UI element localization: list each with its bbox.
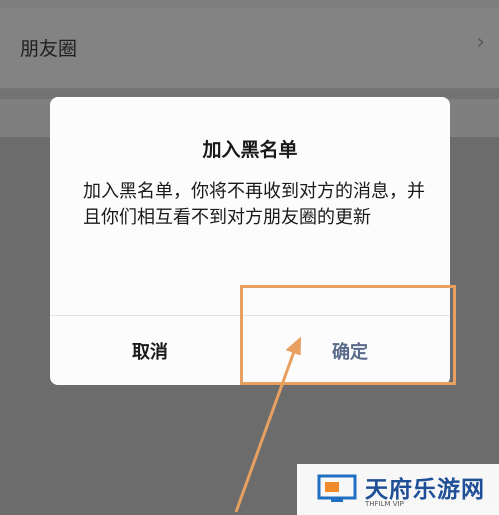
chevron-right-icon: › xyxy=(476,30,485,55)
top-strip xyxy=(0,0,499,8)
cancel-button[interactable]: 取消 xyxy=(50,316,250,385)
monitor-logo-icon xyxy=(317,474,357,502)
watermark-brand: 天府乐游网 xyxy=(365,477,485,503)
dialog-title: 加入黑名单 xyxy=(202,139,298,161)
dialog-message: 加入黑名单，你将不再收到对方的消息，并且你们相互看不到对方朋友圈的更新 xyxy=(83,181,425,228)
watermark-sub: THFILM VIP xyxy=(365,500,404,508)
confirm-highlight-box xyxy=(240,285,456,385)
list-row-label: 朋友圈 xyxy=(20,38,78,60)
list-row-moments[interactable]: 朋友圈 › xyxy=(0,8,499,89)
watermark: 天府乐游网 THFILM VIP xyxy=(297,464,499,515)
